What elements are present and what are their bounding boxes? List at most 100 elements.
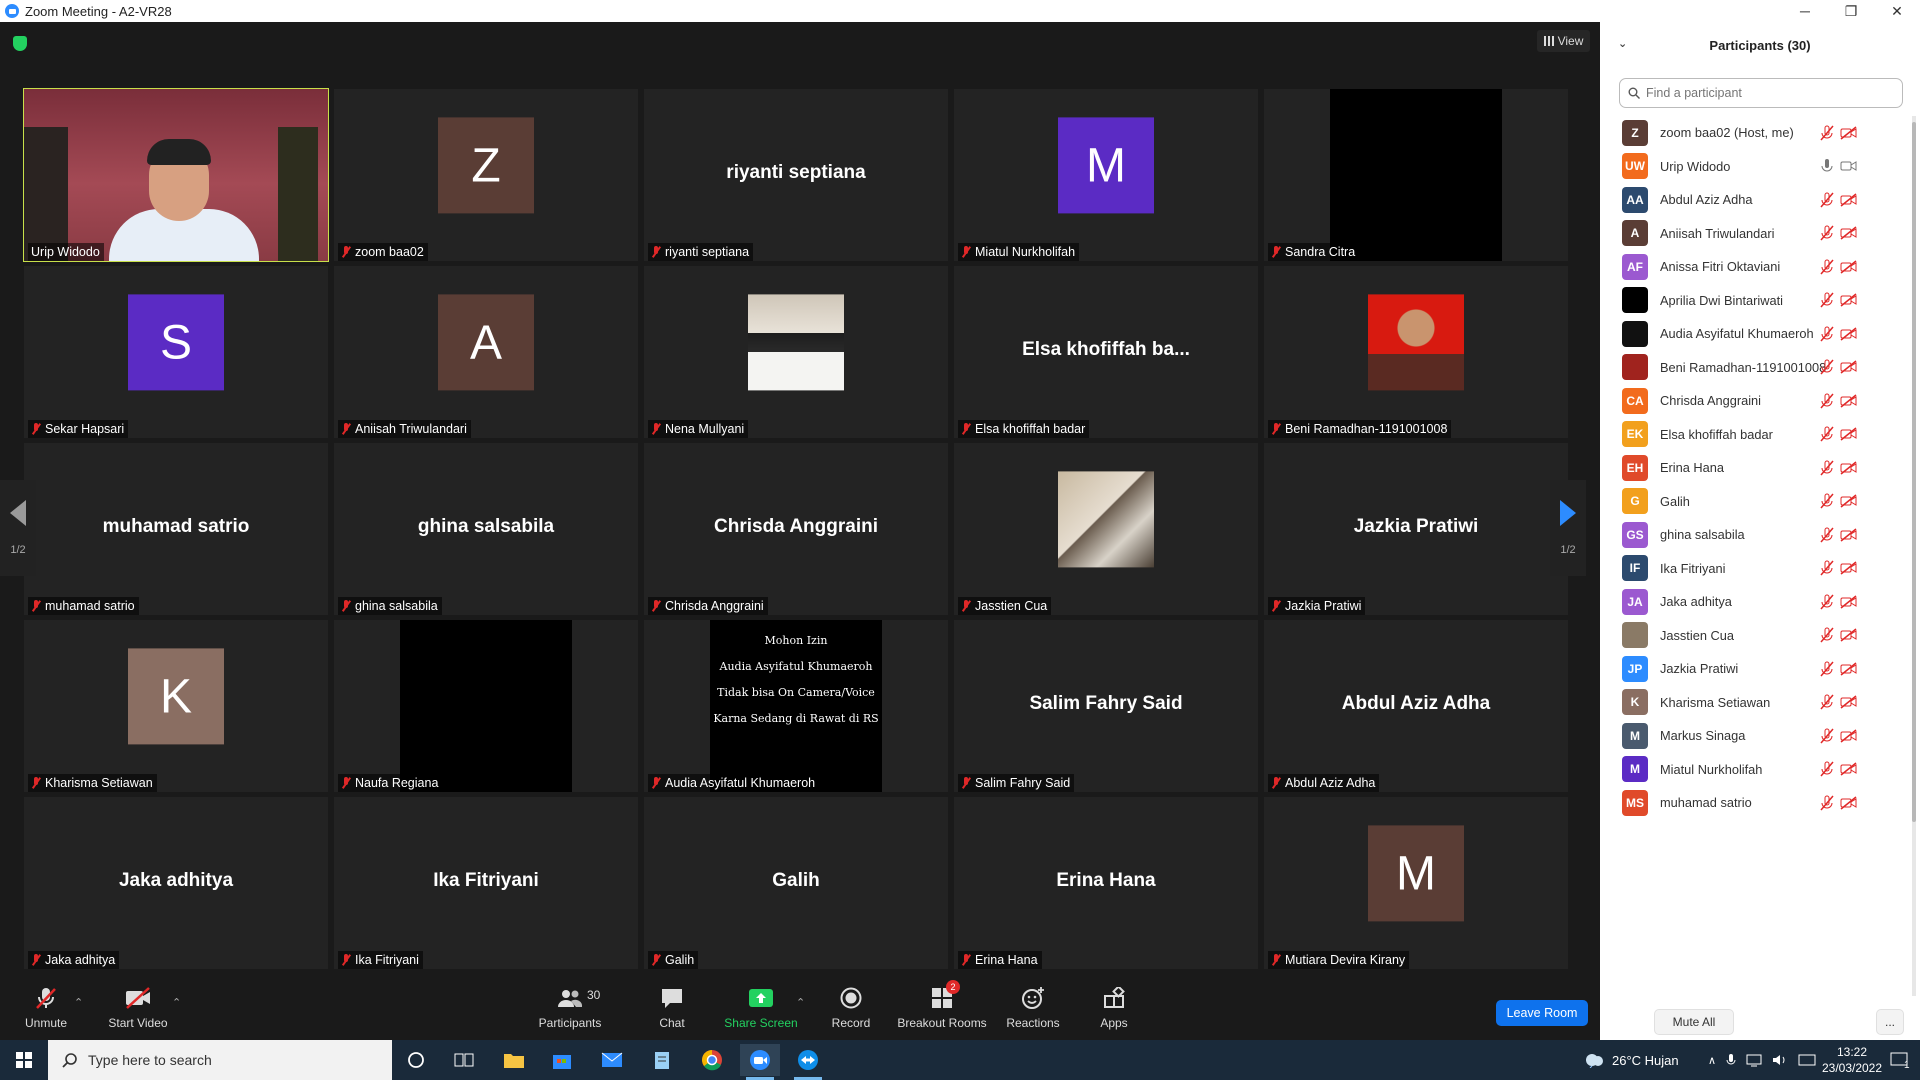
file-explorer-icon[interactable] <box>494 1044 534 1076</box>
participant-list-item[interactable]: AF Anissa Fitri Oktaviani <box>1600 250 1912 283</box>
video-tile[interactable]: A Aniisah Triwulandari <box>334 266 638 438</box>
start-button[interactable] <box>0 1040 48 1080</box>
muted-mic-icon[interactable] <box>1820 393 1834 409</box>
video-tile[interactable]: Elsa khofiffah ba... Elsa khofiffah badar <box>954 266 1258 438</box>
video-off-icon[interactable] <box>1840 460 1857 475</box>
muted-mic-icon[interactable] <box>1820 125 1834 141</box>
volume-icon[interactable] <box>1772 1053 1788 1067</box>
participant-list-item[interactable]: A Aniisah Triwulandari <box>1600 217 1912 250</box>
participant-list-item[interactable]: JA Jaka adhitya <box>1600 585 1912 618</box>
apps-button[interactable]: Apps <box>1096 976 1132 1040</box>
participant-list-item[interactable]: EK Elsa khofiffah badar <box>1600 418 1912 451</box>
muted-mic-icon[interactable] <box>1820 493 1834 509</box>
unmute-button[interactable]: Unmute <box>20 976 72 1040</box>
muted-mic-icon[interactable] <box>1820 225 1834 241</box>
muted-mic-icon[interactable] <box>1820 359 1834 375</box>
video-off-icon[interactable] <box>1840 795 1857 810</box>
video-tile[interactable]: Beni Ramadhan-1191001008 <box>1264 266 1568 438</box>
video-tile[interactable]: M Mutiara Devira Kirany <box>1264 797 1568 969</box>
view-button[interactable]: View <box>1537 30 1590 52</box>
video-tile[interactable]: Urip Widodo <box>23 88 329 262</box>
video-tile[interactable]: muhamad satrio muhamad satrio <box>24 443 328 615</box>
zoom-taskbar-icon[interactable] <box>740 1044 780 1080</box>
share-options-caret-icon[interactable]: ⌃ <box>796 996 805 1009</box>
muted-mic-icon[interactable] <box>1820 460 1834 476</box>
video-tile[interactable]: Jasstien Cua <box>954 443 1258 615</box>
next-page-button[interactable]: 1/2 <box>1550 480 1586 576</box>
participant-list-item[interactable]: M Miatul Nurkholifah <box>1600 753 1912 786</box>
minimize-button[interactable]: ─ <box>1782 0 1828 22</box>
muted-mic-icon[interactable] <box>1820 694 1834 710</box>
participant-list-item[interactable]: Audia Asyifatul Khumaeroh <box>1600 317 1912 350</box>
weather-widget[interactable]: 26°C Hujan <box>1584 1040 1679 1080</box>
more-options-button[interactable]: ... <box>1876 1009 1904 1035</box>
muted-mic-icon[interactable] <box>1820 259 1834 275</box>
chat-button[interactable]: Chat <box>652 976 692 1040</box>
video-tile[interactable]: Nena Mullyani <box>644 266 948 438</box>
participant-list-item[interactable]: Beni Ramadhan-1191001008 <box>1600 351 1912 384</box>
participants-button[interactable]: 30 Participants <box>532 976 608 1040</box>
chrome-icon[interactable] <box>692 1044 732 1076</box>
participant-list-item[interactable]: Jasstien Cua <box>1600 619 1912 652</box>
video-off-icon[interactable] <box>1840 125 1857 140</box>
video-tile[interactable]: Chrisda Anggraini Chrisda Anggraini <box>644 443 948 615</box>
maximize-button[interactable]: ❐ <box>1828 0 1874 22</box>
muted-mic-icon[interactable] <box>1820 627 1834 643</box>
mic-icon[interactable] <box>1820 158 1834 174</box>
scrollbar-thumb[interactable] <box>1912 122 1916 822</box>
muted-mic-icon[interactable] <box>1820 661 1834 677</box>
keyboard-icon[interactable] <box>1798 1053 1816 1067</box>
breakout-rooms-button[interactable]: 2 Breakout Rooms <box>896 976 988 1040</box>
video-tile[interactable]: Ika Fitriyani Ika Fitriyani <box>334 797 638 969</box>
video-off-icon[interactable] <box>1840 259 1857 274</box>
video-off-icon[interactable] <box>1840 594 1857 609</box>
video-off-icon[interactable] <box>1840 628 1857 642</box>
teamviewer-icon[interactable] <box>788 1044 828 1080</box>
participant-list-item[interactable]: Zzoom baa02 (Host, me) <box>1600 116 1912 149</box>
mail-icon[interactable] <box>592 1044 632 1076</box>
participant-list-item[interactable]: CA Chrisda Anggraini <box>1600 384 1912 417</box>
cortana-icon[interactable] <box>396 1044 436 1076</box>
participant-list-item[interactable]: IF Ika Fitriyani <box>1600 552 1912 585</box>
video-tile[interactable]: M Miatul Nurkholifah <box>954 89 1258 261</box>
start-video-button[interactable]: Start Video <box>106 976 170 1040</box>
video-tile[interactable]: riyanti septiana riyanti septiana <box>644 89 948 261</box>
muted-mic-icon[interactable] <box>1820 426 1834 442</box>
video-tile[interactable]: Jazkia Pratiwi Jazkia Pratiwi <box>1264 443 1568 615</box>
video-off-icon[interactable] <box>1840 527 1857 542</box>
video-off-icon[interactable] <box>1840 561 1857 575</box>
video-tile[interactable]: Jaka adhitya Jaka adhitya <box>24 797 328 969</box>
participant-list-item[interactable]: K Kharisma Setiawan <box>1600 686 1912 719</box>
video-off-icon[interactable] <box>1840 393 1857 408</box>
muted-mic-icon[interactable] <box>1820 761 1834 777</box>
participant-list-item[interactable]: JP Jazkia Pratiwi <box>1600 652 1912 685</box>
video-off-icon[interactable] <box>1840 762 1857 776</box>
video-off-icon[interactable] <box>1840 326 1857 341</box>
chevron-up-icon[interactable]: ∧ <box>1708 1054 1716 1067</box>
video-tile[interactable]: ghina salsabila ghina salsabila <box>334 443 638 615</box>
audio-options-caret-icon[interactable]: ⌃ <box>74 996 83 1009</box>
video-tile[interactable]: Galih Galih <box>644 797 948 969</box>
participant-list-item[interactable]: EH Erina Hana <box>1600 451 1912 484</box>
muted-mic-icon[interactable] <box>1820 728 1834 744</box>
muted-mic-icon[interactable] <box>1820 594 1834 610</box>
participant-list-item[interactable]: UW Urip Widodo <box>1600 150 1912 183</box>
participant-list-item[interactable]: Aprilia Dwi Bintariwati <box>1600 284 1912 317</box>
video-off-icon[interactable] <box>1840 360 1857 374</box>
video-tile[interactable]: Erina Hana Erina Hana <box>954 797 1258 969</box>
muted-mic-icon[interactable] <box>1820 326 1834 342</box>
video-tile[interactable]: K Kharisma Setiawan <box>24 620 328 792</box>
leave-room-button[interactable]: Leave Room <box>1496 1000 1588 1026</box>
participant-list-item[interactable]: MS muhamad satrio <box>1600 786 1912 819</box>
muted-mic-icon[interactable] <box>1820 292 1834 308</box>
mute-all-button[interactable]: Mute All <box>1654 1009 1734 1035</box>
participant-search-input[interactable] <box>1646 86 1886 100</box>
chevron-down-icon[interactable]: ⌄ <box>1618 37 1627 50</box>
video-off-icon[interactable] <box>1840 192 1857 207</box>
muted-mic-icon[interactable] <box>1820 560 1834 576</box>
notepad-icon[interactable] <box>642 1044 682 1076</box>
video-tile[interactable]: Sandra Citra <box>1264 89 1568 261</box>
video-tile[interactable]: Naufa Regiana <box>334 620 638 792</box>
record-button[interactable]: Record <box>828 976 874 1040</box>
participant-list-item[interactable]: G Galih <box>1600 485 1912 518</box>
